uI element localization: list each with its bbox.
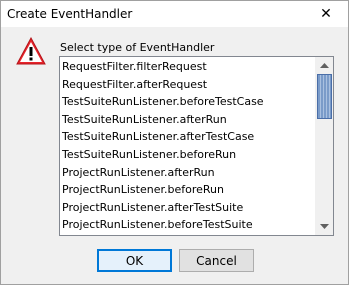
list-item[interactable]: ProjectRunListener.afterTestSuite bbox=[62, 199, 243, 217]
list-item[interactable]: TestSuiteRunListener.beforeTestCase bbox=[62, 93, 264, 111]
window-title: Create EventHandler bbox=[7, 7, 133, 21]
prompt-label: Select type of EventHandler bbox=[60, 41, 215, 54]
scrollbar-thumb[interactable] bbox=[317, 74, 332, 119]
event-handler-listbox[interactable]: RequestFilter.filterRequest RequestFilter… bbox=[59, 56, 334, 236]
close-button[interactable]: ✕ bbox=[304, 1, 348, 27]
list-item[interactable]: RequestFilter.filterRequest bbox=[62, 58, 207, 76]
cancel-button[interactable]: Cancel bbox=[179, 249, 254, 272]
warning-triangle-icon bbox=[16, 37, 46, 65]
ok-button[interactable]: OK bbox=[97, 249, 172, 272]
scroll-down-arrow-icon[interactable] bbox=[316, 218, 333, 235]
list-item[interactable]: TestSuiteRunListener.afterRun bbox=[62, 111, 227, 129]
dialog-window: Create EventHandler ✕ Select type of Eve… bbox=[0, 0, 349, 285]
list-item[interactable]: ProjectRunListener.beforeRun bbox=[62, 181, 224, 199]
title-bar: Create EventHandler ✕ bbox=[1, 1, 348, 27]
vertical-scrollbar[interactable] bbox=[315, 57, 333, 235]
list-item[interactable]: TestSuiteRunListener.beforeRun bbox=[62, 146, 236, 164]
list-item[interactable]: ProjectRunListener.afterRun bbox=[62, 164, 215, 182]
list-item[interactable]: TestSuiteRunListener.afterTestCase bbox=[62, 128, 254, 146]
list-item[interactable]: RequestFilter.afterRequest bbox=[62, 76, 207, 94]
list-item[interactable]: ProjectRunListener.beforeTestSuite bbox=[62, 216, 253, 234]
scroll-up-arrow-icon[interactable] bbox=[316, 57, 333, 74]
close-icon: ✕ bbox=[320, 6, 332, 22]
